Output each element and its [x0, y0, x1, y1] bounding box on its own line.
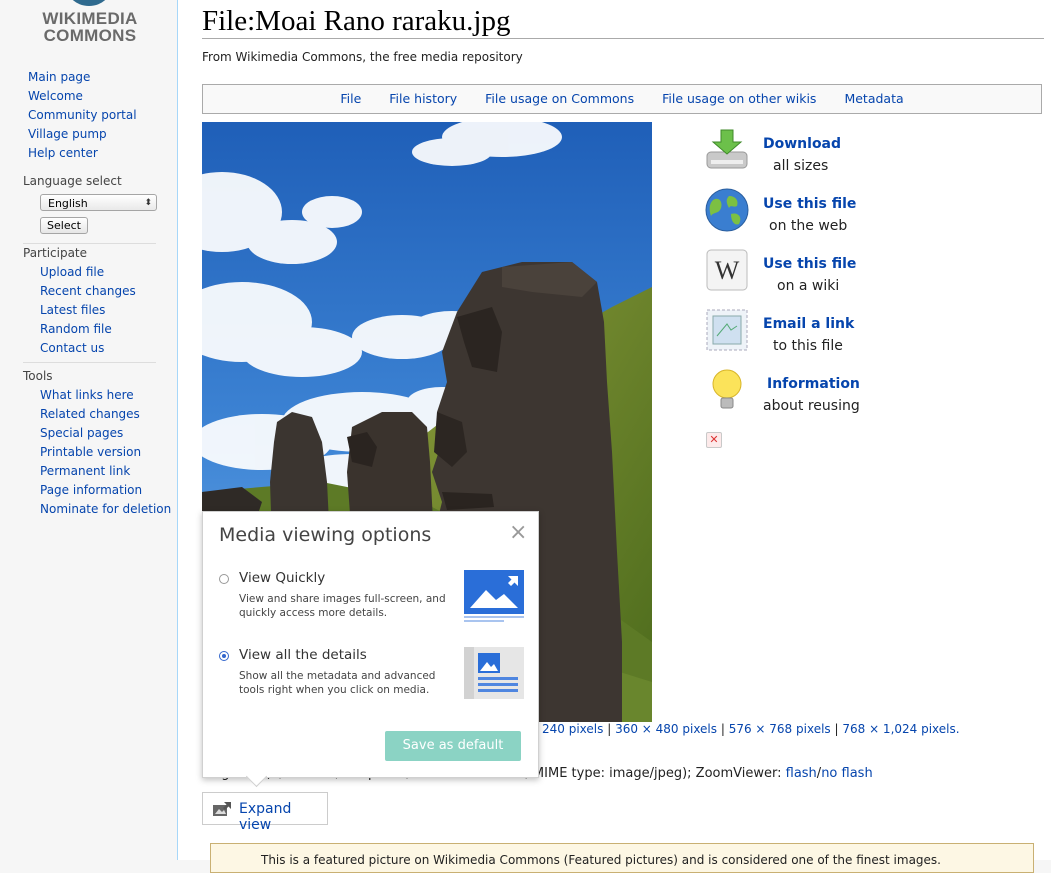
radio-view-quickly[interactable]	[219, 574, 229, 584]
sidebox-subtitle: on the web	[769, 218, 848, 234]
tools-heading: Tools	[23, 369, 53, 383]
sidebox-email[interactable]: Email a link to this file	[703, 306, 903, 362]
zoomviewer-noflash-link[interactable]: no flash	[821, 766, 873, 781]
wikimedia-commons-logo[interactable]: WIKIMEDIA COMMONS	[30, 0, 150, 48]
sidebox-title: Use this file	[763, 196, 857, 212]
sidebox-use-web[interactable]: Use this file on the web	[703, 186, 903, 242]
fullscreen-viewer-icon	[464, 570, 524, 622]
expand-view-label: Expand view	[239, 801, 292, 833]
wikipedia-icon: W	[706, 249, 748, 291]
resolution-link[interactable]: 576 × 768 pixels	[729, 722, 831, 736]
tab-file-usage-on-commons[interactable]: File usage on Commons	[485, 91, 634, 106]
sidebar-item-village-pump[interactable]: Village pump	[28, 125, 178, 144]
portal-divider	[23, 362, 156, 363]
file-toc: File File history File usage on Commons Fil…	[202, 84, 1042, 114]
radio-view-details[interactable]	[219, 651, 229, 661]
tab-file[interactable]: File	[340, 91, 361, 106]
separator: |	[830, 722, 843, 736]
tab-metadata[interactable]: Metadata	[844, 91, 903, 106]
sidebox-download[interactable]: Download all sizes	[703, 126, 903, 182]
tools-portal: Tools What links here Related changes Spec…	[0, 367, 178, 519]
language-select-button[interactable]: Select	[40, 217, 88, 234]
option-label: View Quickly	[239, 570, 326, 586]
dialog-title: Media viewing options	[219, 524, 432, 546]
sidebar-item-special-pages[interactable]: Special pages	[40, 424, 178, 443]
language-dropdown-value: English	[48, 197, 88, 210]
option-description: View and share images full-screen, and q…	[239, 593, 446, 619]
main-navigation: Main page Welcome Community portal Village …	[0, 68, 178, 163]
sidebar: WIKIMEDIA COMMONS Main page Welcome Commun…	[0, 0, 178, 860]
globe-icon	[705, 188, 749, 232]
logo-text: WIKIMEDIA COMMONS	[42, 9, 138, 45]
media-viewing-options-dialog: Media viewing options × View Quickly Vie…	[202, 511, 539, 788]
language-select-heading: Language select	[23, 174, 122, 188]
sidebar-item-what-links-here[interactable]: What links here	[40, 386, 178, 405]
sidebox-title: Email a link	[763, 316, 855, 332]
sidebox-title: Use this file	[763, 256, 857, 272]
lightbulb-icon	[712, 369, 742, 409]
sidebox-title: Download	[763, 136, 842, 152]
participate-heading: Participate	[23, 246, 88, 260]
email-icon	[706, 309, 748, 351]
option-label: View all the details	[239, 647, 367, 663]
commons-globe-icon	[64, 0, 114, 6]
sidebar-item-help-center[interactable]: Help center	[28, 144, 178, 163]
download-icon	[706, 129, 748, 169]
dropdown-arrows-icon: ⬍	[144, 198, 152, 208]
mime-info: MIME type: image/jpeg); ZoomViewer:	[528, 766, 786, 781]
featured-picture-banner: This is a featured picture on Wikimedia …	[210, 843, 1034, 873]
language-dropdown[interactable]: English ⬍	[40, 194, 157, 211]
details-page-icon	[464, 647, 524, 699]
sidebox-subtitle: all sizes	[773, 158, 829, 174]
expand-image-icon	[213, 802, 231, 816]
sidebar-item-recent-changes[interactable]: Recent changes	[40, 282, 178, 301]
sidebox-subtitle: about reusing	[763, 398, 860, 414]
sidebar-item-welcome[interactable]: Welcome	[28, 87, 178, 106]
tab-file-history[interactable]: File history	[389, 91, 457, 106]
resolution-link[interactable]: 768 × 1,024 pixels.	[842, 722, 959, 736]
tab-file-usage-on-other-wikis[interactable]: File usage on other wikis	[662, 91, 816, 106]
sidebar-item-related-changes[interactable]: Related changes	[40, 405, 178, 424]
resolution-link[interactable]: 360 × 480 pixels	[615, 722, 717, 736]
dialog-close-icon[interactable]: ×	[509, 520, 527, 545]
sidebox-information[interactable]: Information about reusing	[703, 366, 903, 422]
sidebar-item-printable-version[interactable]: Printable version	[40, 443, 178, 462]
sidebox-use-wiki[interactable]: W Use this file on a wiki	[703, 246, 903, 302]
zoomviewer-flash-link[interactable]: flash	[786, 766, 817, 781]
close-icon[interactable]: ✕	[706, 432, 722, 448]
sidebar-item-random-file[interactable]: Random file	[40, 320, 178, 339]
site-subtitle: From Wikimedia Commons, the free media r…	[202, 50, 523, 64]
separator: |	[717, 722, 729, 736]
page-title: File:Moai Rano raraku.jpg	[202, 0, 1044, 39]
resolution-link[interactable]: 240 pixels	[542, 722, 603, 736]
sidebar-item-contact-us[interactable]: Contact us	[40, 339, 178, 358]
sidebar-item-main-page[interactable]: Main page	[28, 68, 178, 87]
sidebar-item-permanent-link[interactable]: Permanent link	[40, 462, 178, 481]
sidebox-subtitle: to this file	[773, 338, 843, 354]
sidebar-item-page-information[interactable]: Page information	[40, 481, 178, 500]
separator: |	[607, 722, 616, 736]
svg-text:W: W	[715, 256, 740, 285]
sidebar-item-upload-file[interactable]: Upload file	[40, 263, 178, 282]
option-description: Show all the metadata and advanced tools…	[239, 670, 436, 696]
expand-view-button[interactable]: Expand view	[202, 792, 328, 833]
language-select-portal: Language select	[0, 172, 178, 191]
sidebox-title: Information	[767, 376, 860, 392]
save-as-default-button[interactable]: Save as default	[385, 731, 521, 761]
sidebar-item-latest-files[interactable]: Latest files	[40, 301, 178, 320]
other-resolutions: 240 pixels | 360 × 480 pixels | 576 × 76…	[542, 722, 960, 736]
participate-portal: Participate Upload file Recent changes Lat…	[0, 244, 178, 358]
sidebar-item-community-portal[interactable]: Community portal	[28, 106, 178, 125]
sidebox-subtitle: on a wiki	[777, 278, 840, 294]
sidebar-item-nominate-for-deletion[interactable]: Nominate for deletion	[40, 500, 178, 519]
